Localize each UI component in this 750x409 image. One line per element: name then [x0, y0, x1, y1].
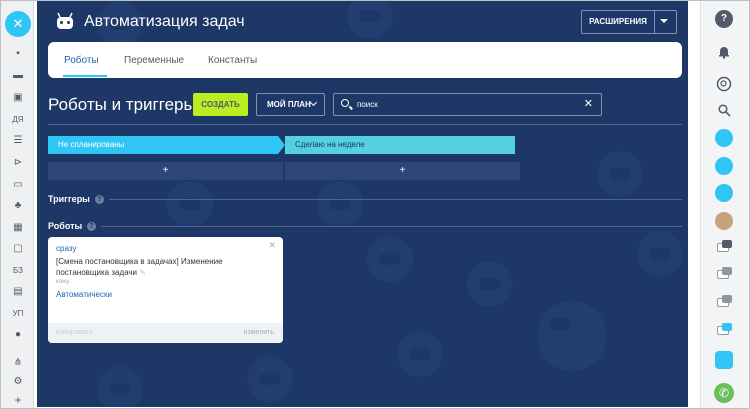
extensions-button[interactable]: РАСШИРЕНИЯ [581, 10, 677, 34]
robot-bg-icon [537, 301, 607, 371]
screen-icon[interactable]: ▢ [7, 241, 29, 257]
robot-name: [Смена постановщика в задачах] Изменение… [56, 256, 256, 278]
add-robot-button[interactable]: + [48, 162, 283, 180]
edit-icon[interactable]: ✎ [139, 268, 146, 277]
filter-icon[interactable]: ☰ [7, 133, 29, 149]
robot-bg-icon [367, 236, 413, 282]
close-icon: ✕ [12, 16, 24, 31]
clear-search-icon[interactable]: ✕ [584, 94, 593, 115]
robot-bg-icon [397, 331, 443, 377]
robot-icon [57, 12, 73, 29]
robot-bg-icon [167, 181, 213, 227]
help-icon[interactable]: ? [715, 10, 733, 28]
search-value: поиск [357, 100, 378, 109]
message-icon[interactable] [715, 240, 733, 254]
my-plan-button[interactable]: МОЙ ПЛАН [256, 93, 325, 116]
sitemap-icon[interactable]: ⋔ [7, 355, 29, 371]
create-button[interactable]: СОЗДАТЬ [193, 93, 248, 116]
copy-button[interactable]: копировать [56, 329, 93, 336]
robot-bg-icon [247, 356, 293, 402]
divider [101, 226, 682, 227]
stage-this-week[interactable]: Сделаю на неделе [285, 136, 515, 154]
sidebar-item-bz[interactable]: БЗ [7, 263, 29, 279]
help-icon[interactable]: ? [87, 222, 96, 231]
sidebar-item-dya[interactable]: ДЯ [7, 112, 29, 128]
phone-icon[interactable]: ✆ [714, 383, 734, 403]
tab-robots[interactable]: Роботы [64, 42, 99, 78]
sidebar-item-up[interactable]: УП [7, 306, 29, 322]
inbox-icon[interactable]: ▣ [7, 90, 29, 106]
robot-condition-link[interactable]: Автоматически [56, 290, 112, 299]
chevron-down-icon[interactable] [660, 19, 668, 23]
robot-card[interactable]: ✕ сразу [Смена постановщика в задачах] И… [48, 237, 283, 343]
robot-bg-icon [97, 366, 143, 407]
document-icon[interactable] [715, 351, 733, 369]
layers-icon[interactable]: ▬ [7, 68, 29, 84]
doc-icon[interactable]: ▤ [7, 284, 29, 300]
divider [654, 11, 655, 33]
chat-icon[interactable]: ▪ [7, 46, 29, 62]
robot-timing-link[interactable]: сразу [56, 244, 76, 253]
settings-icon[interactable]: ⚙ [7, 374, 29, 390]
card-icon[interactable]: ▭ [7, 177, 29, 193]
user-chat-icon[interactable] [715, 157, 733, 175]
divider [48, 124, 682, 125]
help-icon[interactable]: ? [95, 195, 104, 204]
robots-label: Роботы [48, 221, 83, 231]
robot-bg-icon [467, 261, 513, 307]
extensions-label: РАСШИРЕНИЯ [589, 17, 647, 26]
robot-recipient-label: кому: [56, 279, 71, 285]
robot-bg-icon [347, 1, 393, 39]
active-tab-indicator [63, 75, 107, 77]
people-icon[interactable]: ♣ [7, 198, 29, 214]
share-icon[interactable]: ⊳ [7, 155, 29, 171]
search-icon [341, 99, 349, 107]
main-area: Автоматизация задач РАСШИРЕНИЯ Роботы Пе… [37, 1, 688, 407]
bell-icon[interactable] [715, 43, 733, 61]
search-input[interactable]: поиск ✕ [333, 93, 602, 116]
right-sidebar: ? ✆ [700, 1, 749, 408]
robot-bg-icon [637, 231, 683, 277]
tabs-panel: Роботы Переменные Константы [48, 42, 682, 78]
my-plan-label: МОЙ ПЛАН [267, 100, 311, 109]
user-chat-2-icon[interactable] [715, 184, 733, 202]
close-button[interactable]: ✕ [5, 11, 31, 37]
search-icon[interactable] [715, 102, 733, 120]
check-icon[interactable]: ● [7, 327, 29, 343]
plus-icon[interactable]: + [7, 392, 29, 408]
add-robot-button[interactable]: + [285, 162, 520, 180]
calendar-icon[interactable]: ▦ [7, 220, 29, 236]
close-icon[interactable]: ✕ [268, 240, 276, 251]
message-2-icon[interactable] [715, 267, 733, 281]
forward-icon[interactable] [715, 323, 733, 337]
chat-search-icon[interactable] [715, 75, 733, 93]
left-sidebar: ✕ ▪ ▬ ▣ ДЯ ☰ ⊳ ▭ ♣ ▦ ▢ БЗ ▤ УП ● ⋔ ⚙ + [1, 1, 34, 408]
section-heading: Роботы и триггеры [48, 95, 196, 114]
robot-card-footer: копировать изменить [48, 323, 283, 343]
triggers-label: Триггеры [48, 194, 90, 204]
calendar-chat-icon[interactable] [715, 212, 733, 230]
group-chat-icon[interactable] [715, 129, 733, 147]
robot-bg-icon [597, 151, 643, 197]
chevron-down-icon [309, 98, 318, 107]
tab-constants[interactable]: Константы [208, 42, 257, 78]
stage-not-planned[interactable]: Не спланированы [48, 136, 285, 154]
message-3-icon[interactable] [715, 295, 733, 309]
page-title: Автоматизация задач [84, 13, 245, 30]
robot-bg-icon [317, 181, 363, 227]
edit-button[interactable]: изменить [244, 329, 274, 336]
tab-variables[interactable]: Переменные [124, 42, 184, 78]
divider [109, 199, 682, 200]
